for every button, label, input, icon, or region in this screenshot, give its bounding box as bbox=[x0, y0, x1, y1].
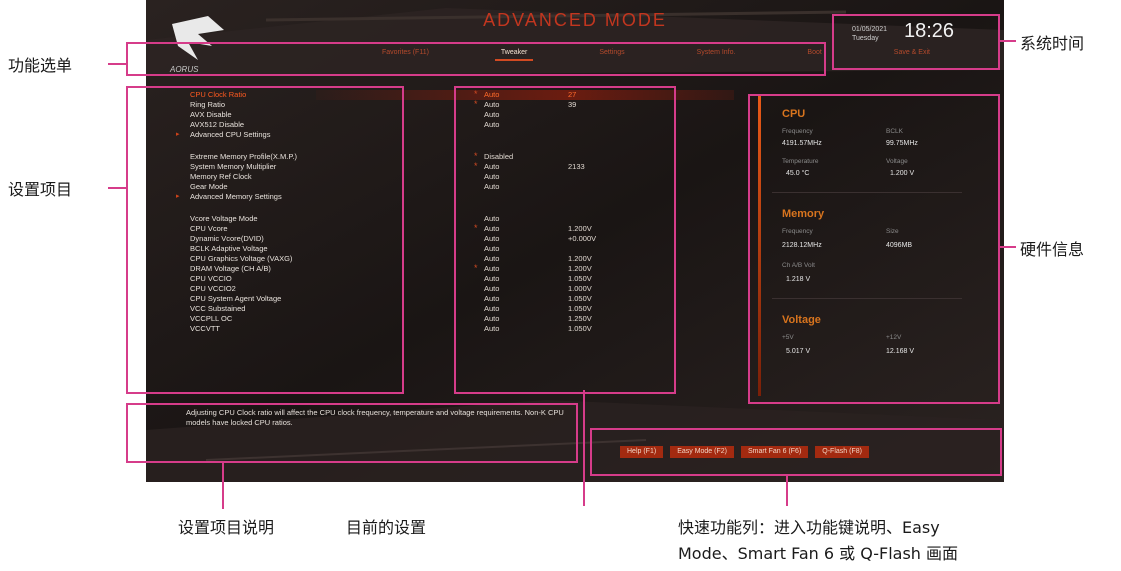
values-frame bbox=[454, 86, 676, 394]
quick-leader bbox=[786, 474, 788, 506]
desc-leader bbox=[222, 461, 224, 509]
menu-leader bbox=[108, 63, 126, 65]
hardware-leader bbox=[998, 246, 1016, 248]
callout-desc: 设置项目说明 bbox=[178, 518, 275, 537]
description-frame bbox=[126, 403, 578, 463]
callout-hardware: 硬件信息 bbox=[1020, 240, 1085, 259]
quick-bar-frame bbox=[590, 428, 1002, 476]
hardware-frame bbox=[748, 94, 1000, 404]
callout-quick-line2: Mode、Smart Fan 6 或 Q-Flash 画面 bbox=[678, 544, 959, 563]
callout-settings: 设置项目 bbox=[8, 180, 73, 199]
time-leader bbox=[998, 40, 1016, 42]
settings-frame bbox=[126, 86, 404, 394]
settings-leader bbox=[108, 187, 126, 189]
callout-time: 系统时间 bbox=[1020, 34, 1085, 53]
menu-frame bbox=[126, 42, 826, 76]
current-leader bbox=[583, 390, 585, 506]
time-frame bbox=[832, 14, 1000, 70]
callout-current: 目前的设置 bbox=[346, 518, 427, 537]
callout-quick-line1: 快速功能列：进入功能键说明、Easy bbox=[678, 518, 940, 537]
callout-menu: 功能选单 bbox=[8, 56, 73, 75]
